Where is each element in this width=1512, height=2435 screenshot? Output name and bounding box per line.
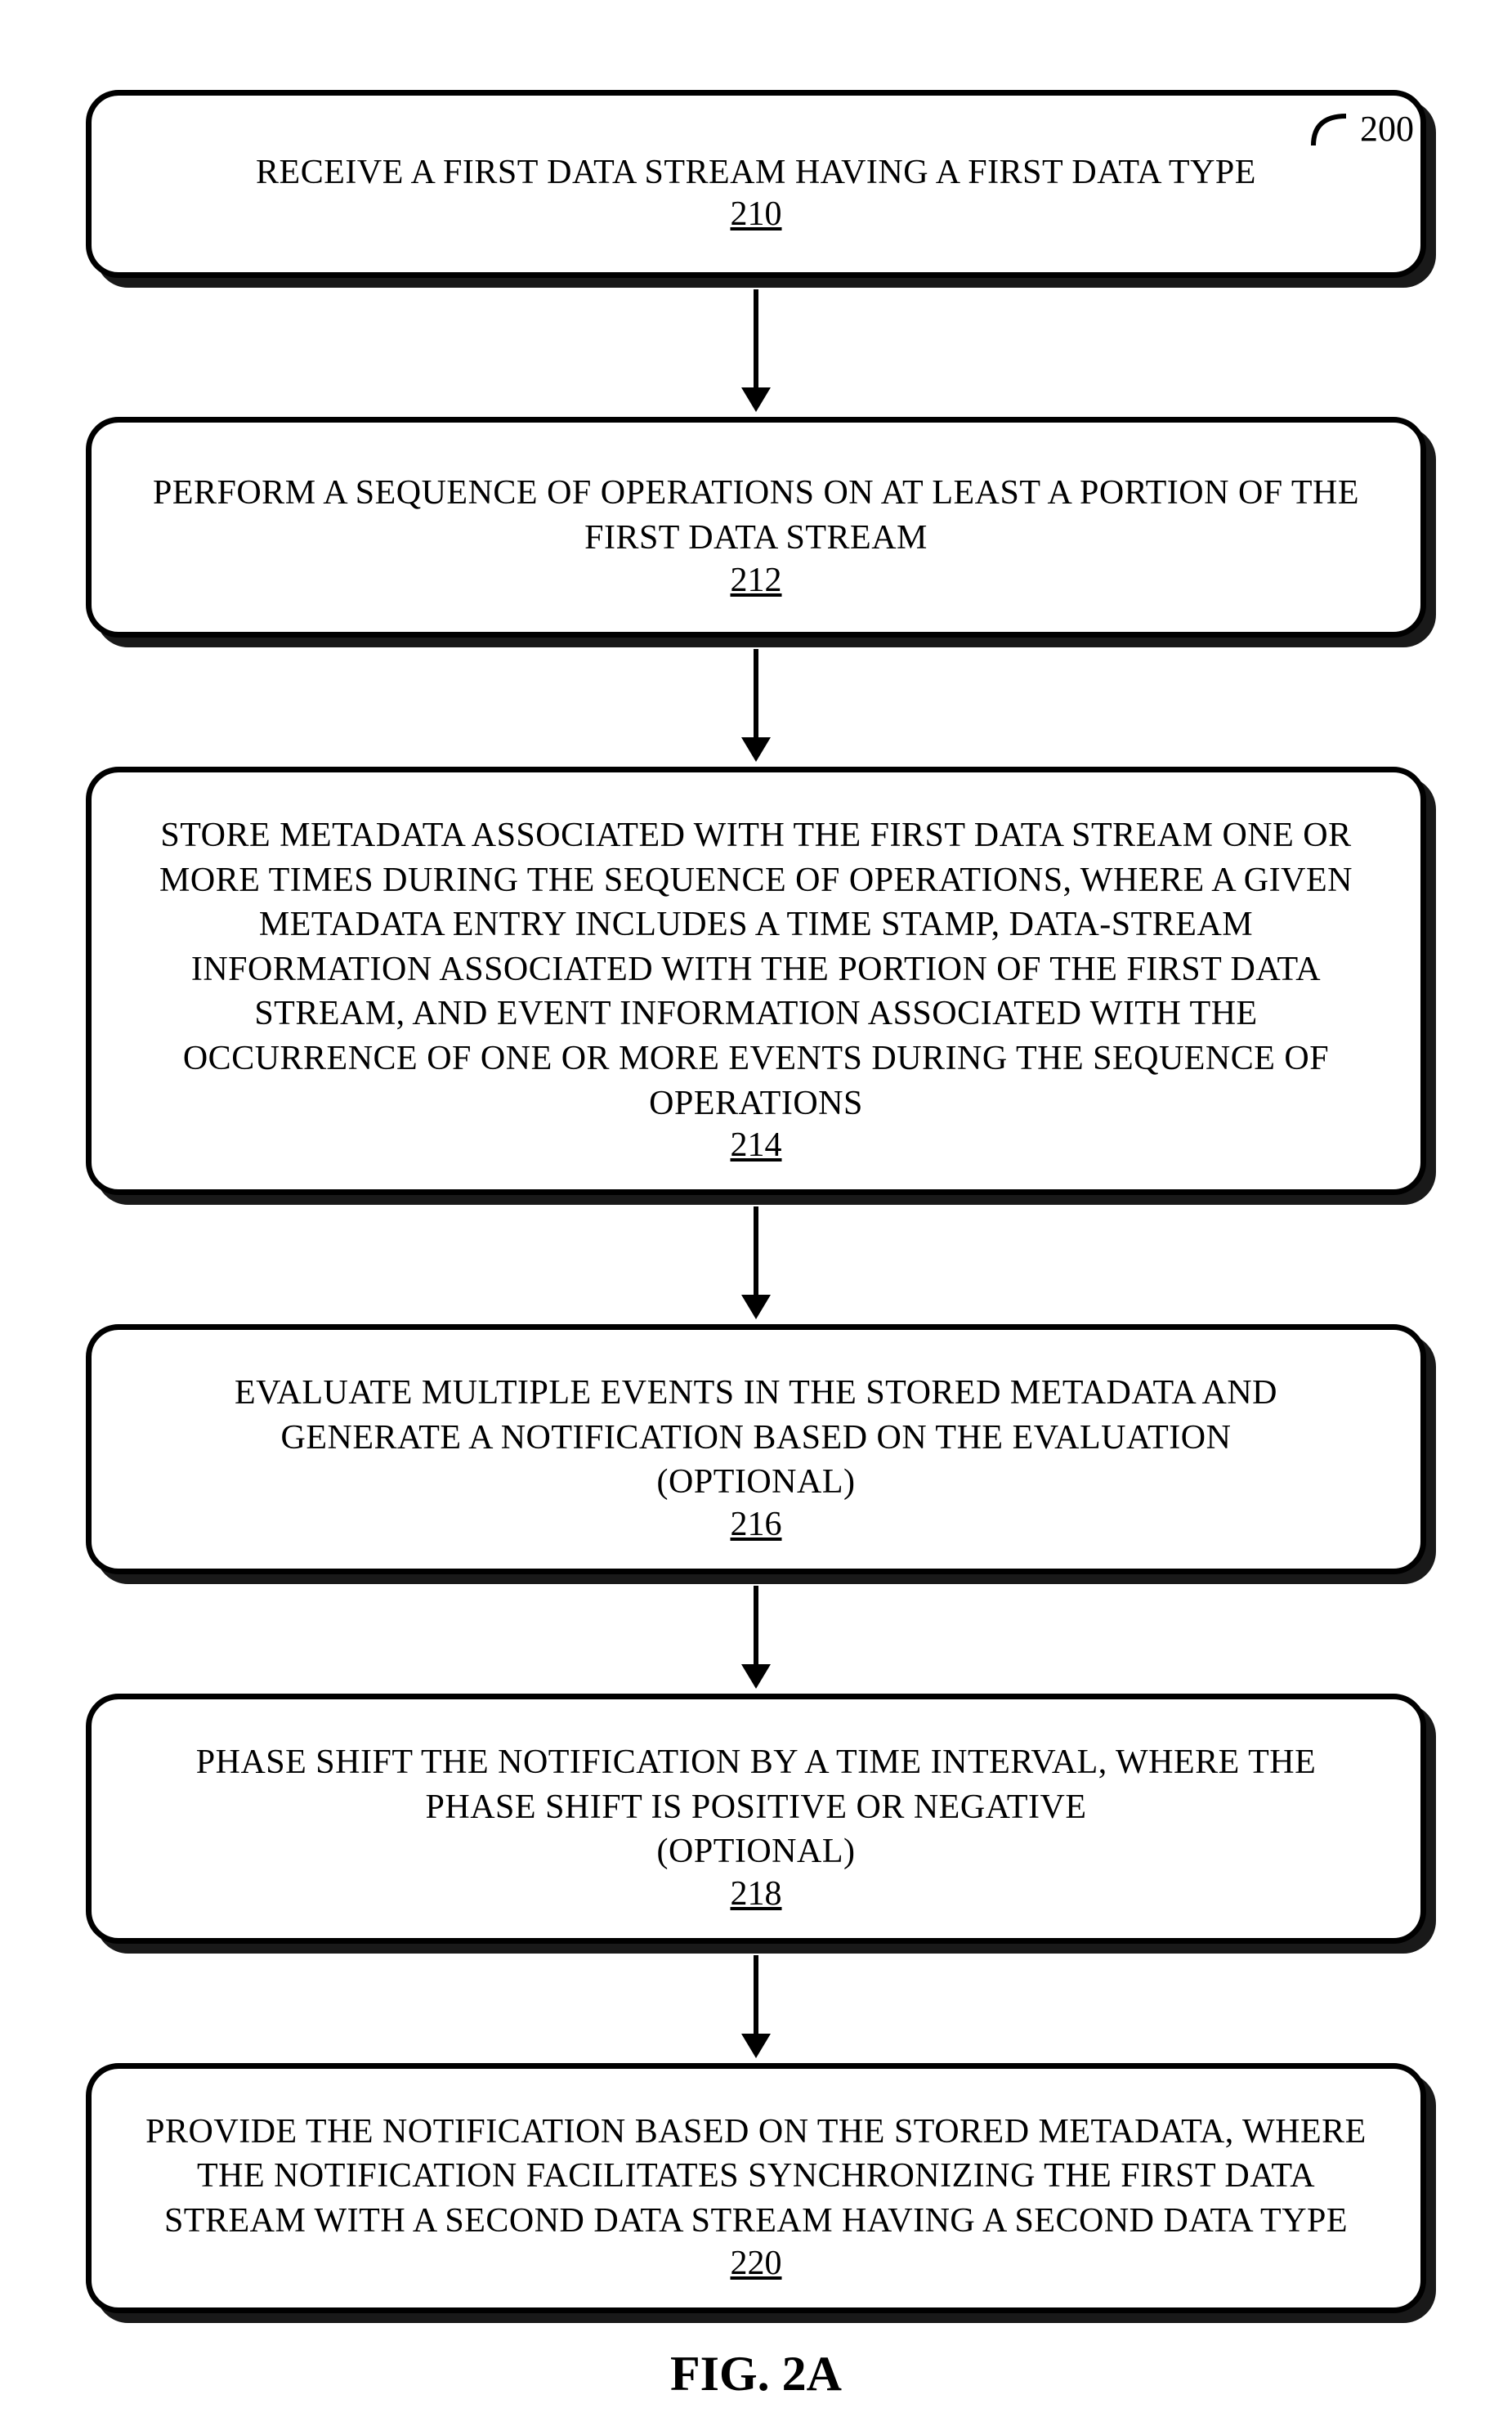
leader-arc-icon	[1307, 106, 1352, 151]
flow-container: RECEIVE A FIRST DATA STREAM HAVING A FIR…	[33, 90, 1479, 2313]
step-text: PERFORM A SEQUENCE OF OPERATIONS ON AT L…	[141, 471, 1371, 560]
step-optional: (OPTIONAL)	[141, 1829, 1371, 1874]
step-ref: 216	[731, 1505, 782, 1544]
arrow-icon	[741, 289, 771, 412]
step-optional: (OPTIONAL)	[141, 1460, 1371, 1505]
step-text: STORE METADATA ASSOCIATED WITH THE FIRST…	[141, 813, 1371, 1126]
arrow-icon	[741, 1586, 771, 1689]
step-box-220: PROVIDE THE NOTIFICATION BASED ON THE ST…	[86, 2063, 1426, 2313]
step-text: RECEIVE A FIRST DATA STREAM HAVING A FIR…	[141, 150, 1371, 195]
arrow-icon	[741, 1206, 771, 1319]
arrow-icon	[741, 1955, 771, 2058]
step-box-218: PHASE SHIFT THE NOTIFICATION BY A TIME I…	[86, 1694, 1426, 1944]
step-box-212: PERFORM A SEQUENCE OF OPERATIONS ON AT L…	[86, 417, 1426, 638]
step-box-210: RECEIVE A FIRST DATA STREAM HAVING A FIR…	[86, 90, 1426, 278]
step-ref: 220	[731, 2244, 782, 2283]
step-box-216: EVALUATE MULTIPLE EVENTS IN THE STORED M…	[86, 1324, 1426, 1574]
step-ref: 212	[731, 561, 782, 600]
figure-number-label: 200	[1307, 106, 1414, 151]
step-text: EVALUATE MULTIPLE EVENTS IN THE STORED M…	[141, 1371, 1371, 1460]
arrow-icon	[741, 649, 771, 762]
step-ref: 210	[731, 195, 782, 234]
step-box-214: STORE METADATA ASSOCIATED WITH THE FIRST…	[86, 767, 1426, 1195]
step-text: PHASE SHIFT THE NOTIFICATION BY A TIME I…	[141, 1740, 1371, 1829]
flowchart-canvas: 200 RECEIVE A FIRST DATA STREAM HAVING A…	[33, 90, 1479, 2402]
figure-caption: FIG. 2A	[33, 2346, 1479, 2402]
step-text: PROVIDE THE NOTIFICATION BASED ON THE ST…	[141, 2110, 1371, 2244]
step-ref: 214	[731, 1126, 782, 1165]
step-ref: 218	[731, 1874, 782, 1914]
figure-number-text: 200	[1360, 108, 1414, 150]
